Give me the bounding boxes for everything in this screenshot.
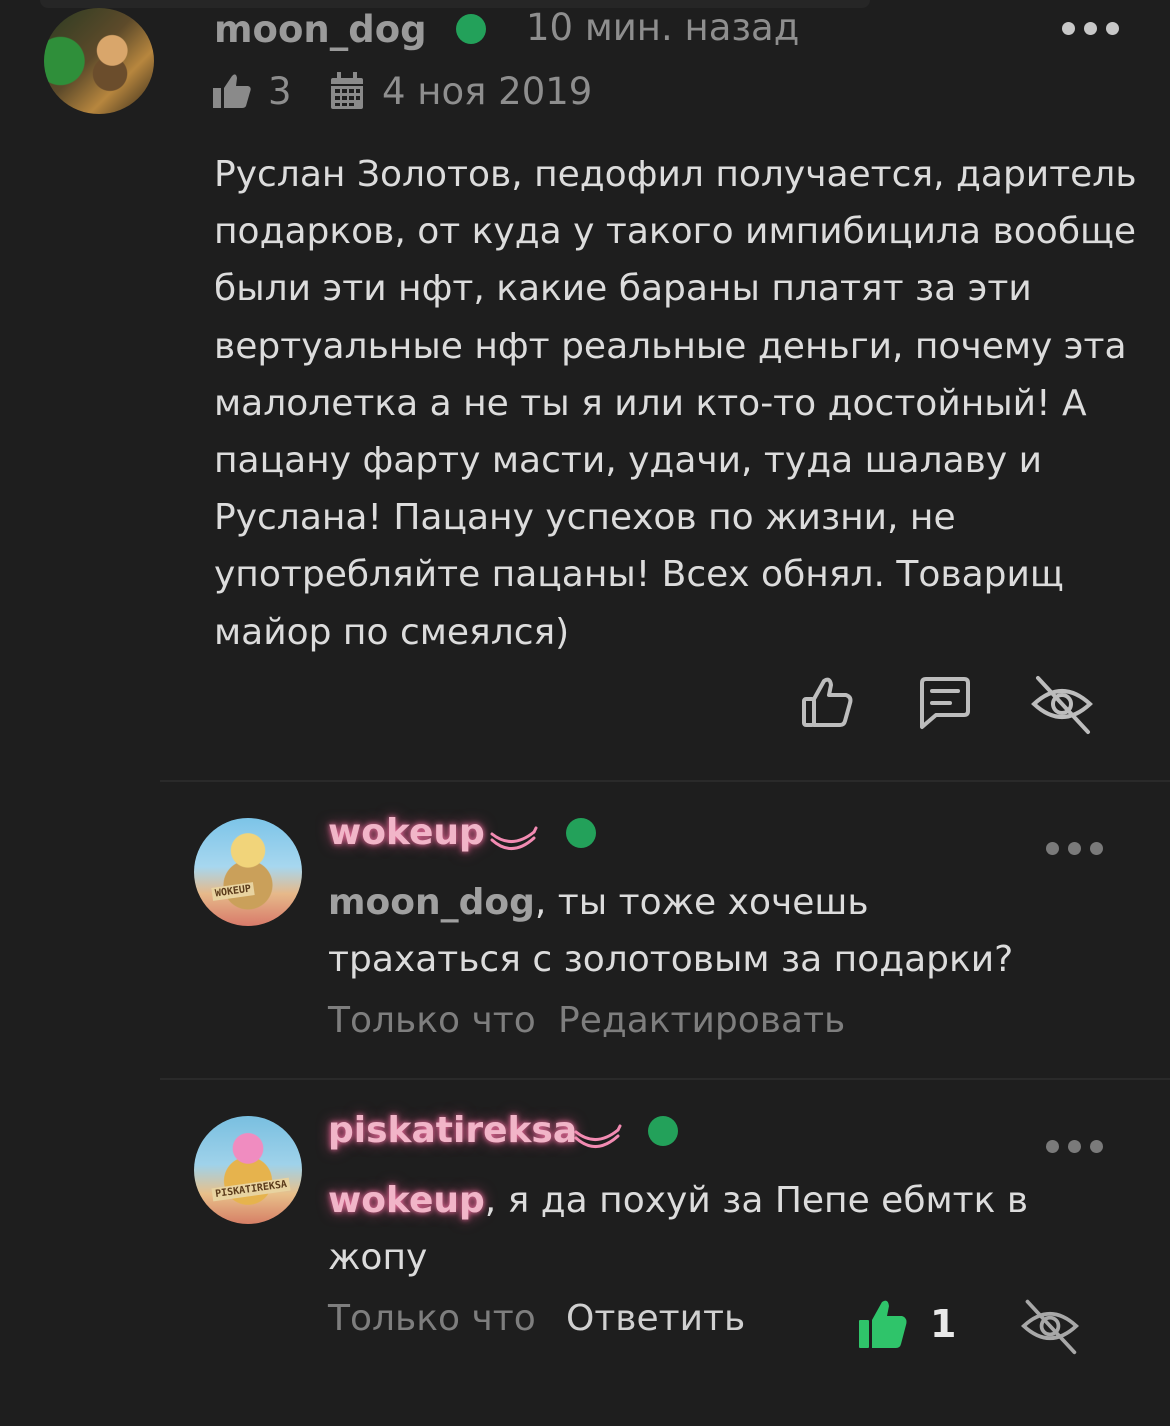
- liked-thumbs-up-icon[interactable]: [858, 1298, 908, 1350]
- online-indicator: [456, 14, 486, 44]
- reply-text: moon_dog, ты тоже хочешь трахаться с зол…: [328, 874, 1048, 988]
- avatar[interactable]: PISKATIREKSA: [194, 1116, 302, 1224]
- more-dot: [1062, 22, 1075, 35]
- reply-like-count: 1: [930, 1302, 957, 1346]
- more-dot: [1090, 1140, 1103, 1153]
- calendar-icon: [331, 72, 363, 109]
- more-dot: [1068, 842, 1081, 855]
- avatar[interactable]: [44, 8, 154, 114]
- reply-comment-icon[interactable]: [916, 675, 974, 731]
- reply-text: wokeup, я да похуй за Пепе ебмтк в жопу: [328, 1172, 1048, 1286]
- banana-icon: [574, 1124, 622, 1148]
- more-dot: [1046, 1140, 1059, 1153]
- like-button[interactable]: [800, 675, 856, 731]
- reply-author[interactable]: wokeup: [328, 812, 485, 853]
- more-dot: [1106, 22, 1119, 35]
- online-indicator: [648, 1116, 678, 1146]
- like-count: 3: [268, 70, 292, 113]
- edit-button[interactable]: Редактировать: [558, 1000, 845, 1041]
- comment-author[interactable]: moon_dog: [214, 8, 427, 51]
- avatar[interactable]: WOKEUP: [194, 818, 302, 926]
- more-dot: [1084, 22, 1097, 35]
- thumbs-up-icon: [213, 74, 251, 108]
- hide-eye-icon[interactable]: [1030, 672, 1094, 736]
- reply-time: Только что: [328, 1000, 536, 1041]
- reply-button[interactable]: Ответить: [566, 1298, 745, 1339]
- comment-text: Руслан Золотов, педофил получается, дари…: [214, 154, 1137, 653]
- online-indicator: [566, 818, 596, 848]
- more-options-button[interactable]: [1046, 1140, 1103, 1153]
- more-dot: [1090, 842, 1103, 855]
- more-dot: [1068, 1140, 1081, 1153]
- comment-date: 4 ноя 2019: [382, 70, 593, 113]
- mention-link[interactable]: moon_dog: [328, 882, 535, 923]
- comment-time: 10 мин. назад: [526, 6, 800, 49]
- reply-author[interactable]: piskatireksa: [328, 1110, 577, 1151]
- avatar-label: WOKEUP: [211, 882, 255, 901]
- hide-eye-icon[interactable]: [1020, 1296, 1080, 1356]
- banana-icon: [490, 826, 538, 850]
- avatar-label: PISKATIREKSA: [211, 1177, 291, 1202]
- mention-link[interactable]: wokeup: [328, 1180, 485, 1221]
- more-dot: [1046, 842, 1059, 855]
- reply-time: Только что: [328, 1298, 536, 1339]
- comments-screen: moon_dog 10 мин. назад 3 4 ноя 2019 Русл…: [0, 0, 1170, 1426]
- more-options-button[interactable]: [1062, 22, 1119, 35]
- more-options-button[interactable]: [1046, 842, 1103, 855]
